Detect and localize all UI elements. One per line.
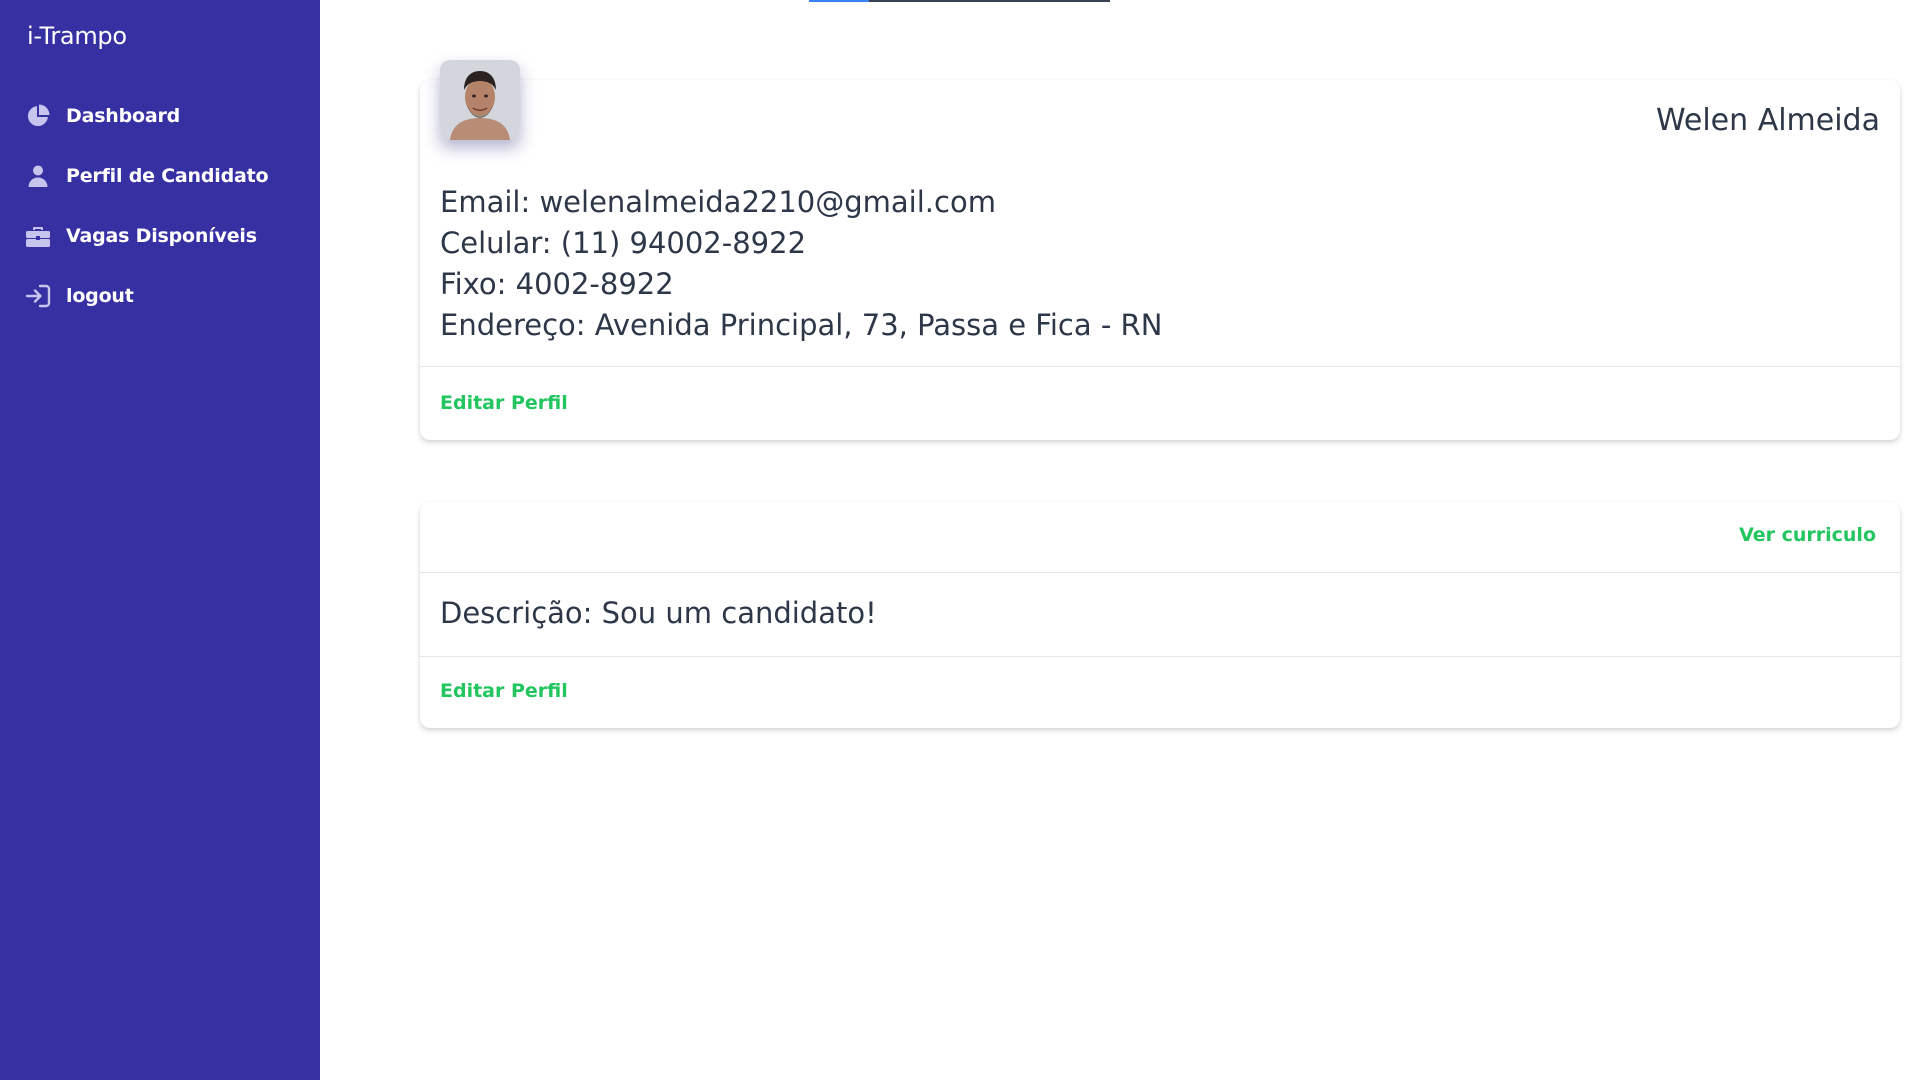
top-progress-accent	[809, 0, 869, 2]
sign-in-icon	[25, 283, 51, 309]
pie-chart-icon	[25, 103, 51, 129]
card-divider	[420, 572, 1900, 573]
resume-card: Ver curriculo Descrição: Sou um candidat…	[420, 502, 1900, 728]
sidebar-item-label: logout	[66, 285, 134, 307]
sidebar: i-Trampo Dashboard Perfil de Candidato V…	[0, 0, 320, 1080]
sidebar-item-logout[interactable]: logout	[0, 266, 320, 326]
profile-card: Welen Almeida Email: welenalmeida2210@gm…	[420, 60, 1900, 440]
view-resume-link[interactable]: Ver curriculo	[1739, 524, 1876, 546]
avatar	[440, 60, 520, 140]
description-text: Descrição: Sou um candidato!	[440, 596, 877, 630]
brand-logo[interactable]: i-Trampo	[27, 22, 127, 50]
edit-profile-link[interactable]: Editar Perfil	[440, 392, 568, 414]
sidebar-item-label: Dashboard	[66, 105, 181, 127]
briefcase-icon	[25, 223, 51, 249]
landline-phone-text: Fixo: 4002-8922	[440, 267, 674, 301]
sidebar-nav: Dashboard Perfil de Candidato Vagas Disp…	[0, 86, 320, 326]
sidebar-item-perfil[interactable]: Perfil de Candidato	[0, 146, 320, 206]
top-progress-line	[809, 0, 1110, 2]
profile-info: Email: welenalmeida2210@gmail.com Celula…	[440, 182, 1162, 346]
sidebar-item-label: Perfil de Candidato	[66, 165, 269, 187]
profile-name: Welen Almeida	[1655, 103, 1880, 138]
mobile-phone-text: Celular: (11) 94002-8922	[440, 226, 807, 260]
card-divider	[420, 656, 1900, 657]
sidebar-item-dashboard[interactable]: Dashboard	[0, 86, 320, 146]
address-text: Endereço: Avenida Principal, 73, Passa e…	[440, 308, 1163, 342]
edit-profile-link[interactable]: Editar Perfil	[440, 680, 568, 702]
sidebar-item-label: Vagas Disponíveis	[66, 225, 257, 247]
email-text: Email: welenalmeida2210@gmail.com	[440, 185, 996, 219]
user-icon	[25, 163, 51, 189]
sidebar-item-vagas[interactable]: Vagas Disponíveis	[0, 206, 320, 266]
card-divider	[420, 366, 1900, 367]
